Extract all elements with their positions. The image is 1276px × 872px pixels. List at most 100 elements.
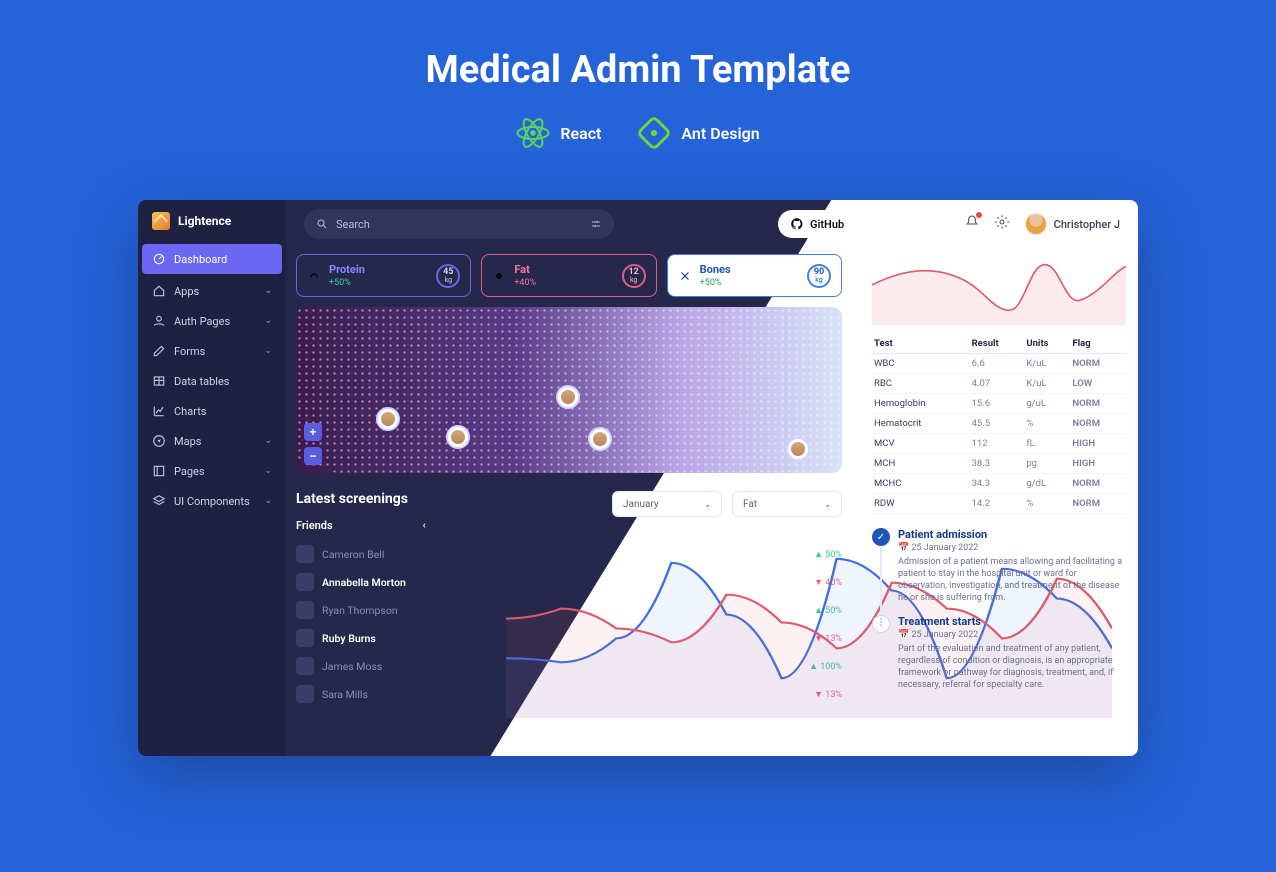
tech-react: React xyxy=(516,116,601,150)
sidebar-item-auth-pages[interactable]: Auth Pages ⌄ xyxy=(138,306,286,336)
map-card[interactable]: + − xyxy=(296,307,842,473)
promo-header: Medical Admin Template React Ant Design xyxy=(0,0,1276,150)
sidebar-item-apps[interactable]: Apps ⌄ xyxy=(138,276,286,306)
check-icon: ✓ xyxy=(872,528,890,546)
tech-react-label: React xyxy=(560,124,601,143)
compass-icon xyxy=(152,434,166,448)
metric-value: 90kg xyxy=(807,264,831,288)
timeline-item: ⫶ Treatment starts 📅 25 January 2022 Par… xyxy=(872,615,1126,692)
cell-result: 112 xyxy=(970,434,1025,454)
chevron-down-icon: ⌄ xyxy=(264,286,272,296)
bones-icon xyxy=(678,269,692,283)
cell-flag: LOW xyxy=(1070,374,1126,394)
metric-fat[interactable]: Fat +40% 12kg xyxy=(481,254,656,297)
content-left: Protein +50% 45kg Fat +40% 12kg Bones +5… xyxy=(296,254,842,708)
antdesign-icon xyxy=(637,116,671,150)
metric-name: Bones xyxy=(700,263,731,276)
timeline-date: 📅 25 January 2022 xyxy=(898,543,1126,553)
map-pin[interactable] xyxy=(446,425,470,449)
zoom-out-button[interactable]: − xyxy=(304,447,322,465)
results-table: TestResultUnitsFlag WBC 6.6 K/uL NORMRBC… xyxy=(872,334,1126,514)
map-pin[interactable] xyxy=(786,437,810,461)
notifications-button[interactable] xyxy=(964,214,980,234)
sliders-icon[interactable] xyxy=(590,218,602,230)
zoom-in-button[interactable]: + xyxy=(304,423,322,441)
avatar xyxy=(296,573,314,591)
tech-row: React Ant Design xyxy=(0,116,1276,150)
brand[interactable]: Lightence xyxy=(138,200,286,242)
chevron-down-icon: ⌄ xyxy=(264,436,272,446)
cell-flag: HIGH xyxy=(1070,434,1126,454)
metric-value: 12kg xyxy=(622,264,646,288)
cell-test: Hematocrit xyxy=(872,414,970,434)
sidebar-item-label: Data tables xyxy=(174,375,229,388)
table-row: MCH 38.3 pg HIGH xyxy=(872,454,1126,474)
chevron-down-icon: ⌄ xyxy=(824,500,831,509)
sidebar-item-pages[interactable]: Pages ⌄ xyxy=(138,456,286,486)
fat-icon xyxy=(492,269,506,283)
search-placeholder: Search xyxy=(336,218,370,231)
table-icon xyxy=(152,374,166,388)
sidebar: Lightence Dashboard Apps ⌄ Auth Pages ⌄ … xyxy=(138,200,286,756)
chevron-down-icon: ⌄ xyxy=(264,346,272,356)
settings-button[interactable] xyxy=(994,214,1010,234)
timeline-date: 📅 25 January 2022 xyxy=(898,630,1126,640)
sidebar-item-forms[interactable]: Forms ⌄ xyxy=(138,336,286,366)
cell-result: 15.6 xyxy=(970,394,1025,414)
table-row: WBC 6.6 K/uL NORM xyxy=(872,354,1126,374)
gear-icon xyxy=(994,214,1010,230)
brand-logo-icon xyxy=(152,212,170,230)
filter-month[interactable]: January ⌄ xyxy=(612,491,722,517)
sidebar-item-maps[interactable]: Maps ⌄ xyxy=(138,426,286,456)
map-zoom: + − xyxy=(304,423,322,465)
cell-units: pg xyxy=(1024,454,1070,474)
avatar xyxy=(296,657,314,675)
metric-bones[interactable]: Bones +50% 90kg xyxy=(667,254,842,297)
cell-flag: HIGH xyxy=(1070,454,1126,474)
table-row: Hematocrit 45.5 % NORM xyxy=(872,414,1126,434)
map-pin[interactable] xyxy=(588,427,612,451)
cell-test: RBC xyxy=(872,374,970,394)
gauge-icon xyxy=(152,252,166,266)
table-row: MCV 112 fL HIGH xyxy=(872,434,1126,454)
metric-delta: +40% xyxy=(514,278,536,288)
map-pin[interactable] xyxy=(376,407,400,431)
filter-metric-label: Fat xyxy=(743,499,757,510)
filter-month-label: January xyxy=(623,499,659,510)
metric-row: Protein +50% 45kg Fat +40% 12kg Bones +5… xyxy=(296,254,842,297)
user-icon xyxy=(152,314,166,328)
nav: Dashboard Apps ⌄ Auth Pages ⌄ Forms ⌄ Da… xyxy=(138,242,286,516)
friend-name: Sara Mills xyxy=(322,688,368,701)
user-menu[interactable]: Christopher J xyxy=(1024,212,1120,236)
filter-metric[interactable]: Fat ⌄ xyxy=(732,491,842,517)
friend-name: Annabella Morton xyxy=(322,576,406,589)
avatar xyxy=(1024,212,1048,236)
protein-icon xyxy=(307,269,321,283)
cell-flag: NORM xyxy=(1070,494,1126,514)
timeline-body: Part of the evaluation and treatment of … xyxy=(898,643,1126,692)
metric-delta: +50% xyxy=(329,278,365,288)
sidebar-item-dashboard[interactable]: Dashboard xyxy=(142,244,282,274)
tech-antd: Ant Design xyxy=(637,116,759,150)
table-row: RDW 14.2 % NORM xyxy=(872,494,1126,514)
cell-units: K/uL xyxy=(1024,374,1070,394)
cell-test: MCHC xyxy=(872,474,970,494)
sidebar-item-data-tables[interactable]: Data tables xyxy=(138,366,286,396)
sidebar-item-label: Forms xyxy=(174,345,205,358)
cell-result: 34.3 xyxy=(970,474,1025,494)
cell-units: % xyxy=(1024,414,1070,434)
cell-result: 4.07 xyxy=(970,374,1025,394)
layout-icon xyxy=(152,464,166,478)
table-row: RBC 4.07 K/uL LOW xyxy=(872,374,1126,394)
sidebar-item-ui-components[interactable]: UI Components ⌄ xyxy=(138,486,286,516)
metric-protein[interactable]: Protein +50% 45kg xyxy=(296,254,471,297)
sidebar-item-label: Auth Pages xyxy=(174,315,230,328)
app-shell: Lightence Dashboard Apps ⌄ Auth Pages ⌄ … xyxy=(138,200,1138,756)
chart-icon xyxy=(152,404,166,418)
avatar xyxy=(296,685,314,703)
github-link[interactable]: GitHub xyxy=(778,210,856,238)
search-input[interactable]: Search xyxy=(304,209,614,239)
sidebar-item-label: Maps xyxy=(174,435,201,448)
map-pin[interactable] xyxy=(556,385,580,409)
sidebar-item-charts[interactable]: Charts xyxy=(138,396,286,426)
